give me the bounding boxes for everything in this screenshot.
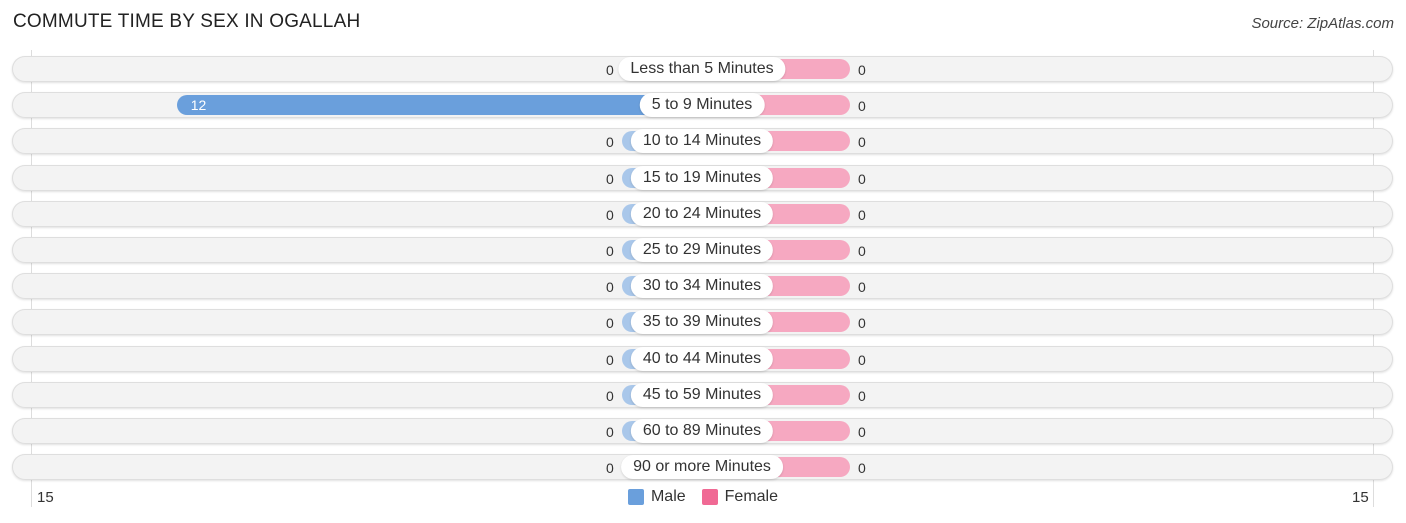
male-swatch [627, 489, 644, 505]
legend-label-male: Male [650, 488, 686, 505]
male-value-label: 0 [606, 170, 614, 187]
male-value-label: 0 [606, 134, 614, 151]
chart-title: COMMUTE TIME BY SEX IN OGALLAH [13, 11, 361, 32]
male-bar[interactable] [176, 95, 702, 116]
category-label: 40 to 44 Minutes [630, 346, 774, 371]
category-label: 5 to 9 Minutes [639, 93, 765, 118]
female-value-label: 0 [858, 387, 866, 404]
male-value-label: 0 [606, 351, 614, 368]
source-label: Source: ZipAtlas.com [1251, 15, 1394, 32]
female-value-label: 0 [858, 460, 866, 477]
female-value-label: 0 [858, 170, 866, 187]
legend-item-male[interactable]: Male [627, 488, 686, 506]
male-value-label: 0 [606, 243, 614, 259]
male-value-label: 0 [606, 206, 614, 223]
category-label: 90 or more Minutes [621, 455, 783, 480]
male-value-label: 0 [606, 279, 614, 296]
category-label: Less than 5 Minutes [618, 57, 786, 81]
legend: Male Female [0, 488, 1406, 506]
category-label: 25 to 29 Minutes [630, 238, 774, 262]
male-value-label: 0 [606, 460, 614, 477]
female-value-label: 0 [858, 98, 866, 115]
female-value-label: 0 [858, 279, 866, 296]
male-value-label: 0 [606, 387, 614, 404]
male-value-label: 0 [606, 62, 614, 78]
female-value-label: 0 [858, 206, 866, 223]
female-value-label: 0 [858, 424, 866, 440]
male-value-label: 0 [606, 424, 614, 440]
male-value-label: 0 [606, 315, 614, 332]
male-value-label: 12 [190, 97, 207, 114]
legend-label-female: Female [724, 488, 779, 505]
category-label: 30 to 34 Minutes [630, 274, 774, 299]
female-value-label: 0 [858, 62, 866, 78]
category-label: 10 to 14 Minutes [630, 129, 774, 154]
female-value-label: 0 [858, 315, 866, 332]
female-value-label: 0 [858, 351, 866, 368]
female-value-label: 0 [858, 134, 866, 151]
female-swatch [701, 489, 718, 505]
category-label: 35 to 39 Minutes [630, 310, 774, 335]
category-label: 20 to 24 Minutes [630, 201, 774, 226]
female-value-label: 0 [858, 243, 866, 259]
category-label: 15 to 19 Minutes [630, 165, 774, 190]
legend-item-female[interactable]: Female [701, 488, 779, 506]
category-label: 60 to 89 Minutes [630, 419, 774, 443]
category-label: 45 to 59 Minutes [630, 382, 774, 407]
